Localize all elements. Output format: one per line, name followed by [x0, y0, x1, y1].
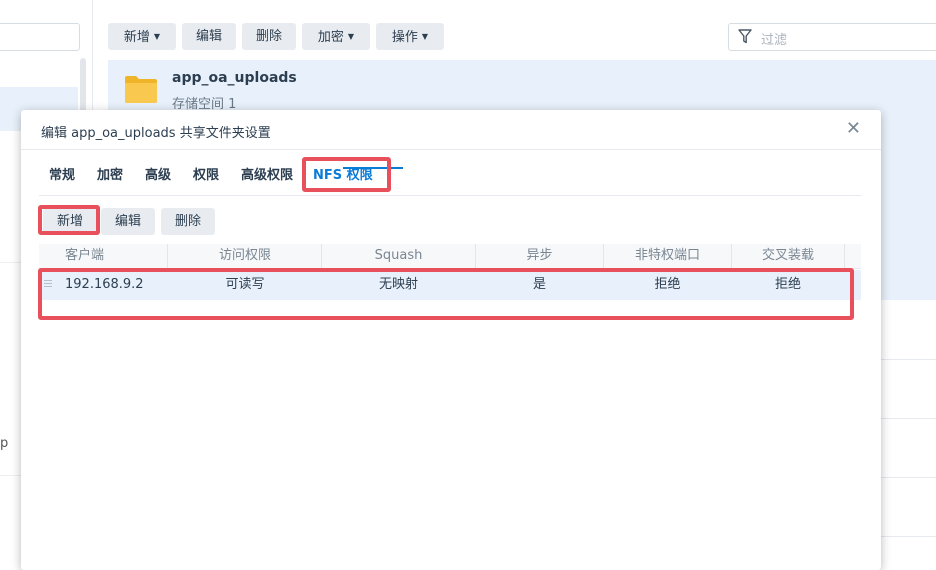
cell-client: 192.168.9.2 — [65, 277, 144, 292]
tab-nfs-permissions[interactable]: NFS 权限 — [313, 158, 373, 194]
edit-nfs-rule-button[interactable]: 编辑 — [101, 208, 155, 235]
table-row[interactable]: 192.168.9.2 可读写 无映射 是 拒绝 拒绝 — [39, 270, 861, 300]
edit-shared-folder-dialog: 编辑 app_oa_uploads 共享文件夹设置 ✕ 常规 加密 高级 权限 … — [21, 110, 881, 570]
caret-down-icon: ▼ — [421, 32, 429, 41]
column-header-nonpriv-port[interactable]: 非特权端口 — [604, 244, 732, 268]
edit-button-label: 编辑 — [114, 214, 141, 229]
left-truncated-text: p — [0, 436, 9, 451]
add-nfs-rule-button[interactable]: 新增 — [43, 208, 97, 235]
encrypt-dropdown-button[interactable]: 加密 ▼ — [302, 23, 370, 50]
cell-nonpriv-port: 拒绝 — [654, 277, 681, 292]
caret-down-icon: ▼ — [347, 32, 355, 41]
delete-button[interactable]: 删除 — [242, 23, 296, 50]
folder-icon — [124, 74, 158, 108]
filter-icon — [738, 29, 752, 48]
tab-general[interactable]: 常规 — [49, 158, 75, 194]
divider — [880, 359, 936, 360]
add-button-label: 新增 — [56, 214, 83, 229]
delete-button-label: 删除 — [255, 29, 282, 44]
close-icon[interactable]: ✕ — [846, 119, 861, 139]
filter-placeholder: 过滤 — [761, 33, 788, 48]
divider — [39, 195, 861, 196]
column-header-cross-mount[interactable]: 交叉装载 — [732, 244, 845, 268]
tab-permissions[interactable]: 权限 — [193, 158, 219, 194]
column-header-client[interactable]: 客户端 — [39, 244, 168, 268]
column-header-privilege[interactable]: 访问权限 — [169, 244, 322, 268]
divider — [880, 477, 936, 478]
column-header-squash[interactable]: Squash — [322, 244, 476, 268]
dialog-title: 编辑 app_oa_uploads 共享文件夹设置 — [41, 126, 271, 141]
cell-cross-mount: 拒绝 — [774, 277, 801, 292]
column-header-async[interactable]: 异步 — [476, 244, 604, 268]
edit-button[interactable]: 编辑 — [182, 23, 236, 50]
caret-down-icon: ▼ — [153, 32, 161, 41]
tab-encryption[interactable]: 加密 — [97, 158, 123, 194]
divider — [21, 149, 881, 150]
tab-advanced[interactable]: 高级 — [145, 158, 171, 194]
add-dropdown-button[interactable]: 新增 ▼ — [108, 23, 176, 50]
cell-privilege: 可读写 — [225, 277, 265, 292]
left-search-input[interactable] — [0, 23, 80, 51]
table-header: 客户端 访问权限 Squash 异步 非特权端口 交叉装载 — [39, 244, 861, 269]
add-button-label: 新增 — [123, 30, 150, 45]
filter-input[interactable]: 过滤 — [728, 23, 936, 51]
encrypt-button-label: 加密 — [317, 30, 344, 45]
divider — [880, 536, 936, 537]
folder-name: app_oa_uploads — [172, 70, 297, 86]
delete-button-label: 删除 — [174, 214, 201, 229]
active-tab-indicator — [343, 167, 403, 169]
actions-button-label: 操作 — [391, 30, 418, 45]
edit-button-label: 编辑 — [195, 29, 222, 44]
tab-advanced-permissions[interactable]: 高级权限 — [241, 158, 293, 194]
cell-async: 是 — [532, 277, 546, 292]
delete-nfs-rule-button[interactable]: 删除 — [161, 208, 215, 235]
cell-squash: 无映射 — [378, 277, 418, 292]
divider — [880, 418, 936, 419]
actions-dropdown-button[interactable]: 操作 ▼ — [376, 23, 444, 50]
